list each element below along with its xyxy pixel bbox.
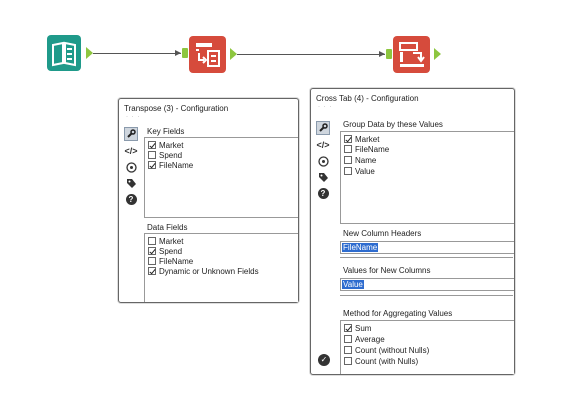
list-item[interactable]: Market [148, 140, 183, 150]
list-item[interactable]: Count (without Nulls) [344, 345, 429, 355]
transpose-config-panel: Transpose (3) - Configuration · · · </> … [118, 98, 299, 303]
panel-drag-handle[interactable]: · · · [318, 104, 332, 110]
connection-line [93, 53, 181, 54]
aggregation-method-list: Sum Average Count (without Nulls) Count … [340, 320, 514, 374]
connection-arrow [175, 50, 181, 56]
list-item[interactable]: FileName [148, 256, 193, 266]
checkbox[interactable] [344, 145, 352, 153]
panel-drag-handle[interactable]: · · · [126, 114, 140, 120]
checkmark-icon[interactable]: ✓ [318, 354, 330, 366]
checkbox[interactable] [148, 257, 156, 265]
checkbox[interactable] [148, 237, 156, 245]
list-item[interactable]: Dynamic or Unknown Fields [148, 266, 259, 276]
group-by-list: Market FileName Name Value [340, 131, 514, 224]
checkbox[interactable] [148, 141, 156, 149]
tag-icon[interactable] [316, 170, 330, 184]
checkbox[interactable] [344, 156, 352, 164]
code-icon[interactable]: </> [316, 138, 330, 152]
wrench-icon[interactable] [124, 127, 138, 141]
checkbox[interactable] [344, 135, 352, 143]
connection-arrow [379, 51, 385, 57]
input-anchor[interactable] [182, 48, 188, 58]
group-by-label: Group Data by these Values [343, 120, 443, 129]
panel-divider[interactable] [340, 223, 513, 224]
checkbox[interactable] [344, 357, 352, 365]
checkbox[interactable] [344, 346, 352, 354]
list-item[interactable]: Count (with Nulls) [344, 356, 418, 366]
input-data-tool[interactable] [47, 35, 81, 71]
code-icon[interactable]: </> [124, 144, 138, 158]
crosstab-config-panel: Cross Tab (4) - Configuration · · · </> … [310, 88, 515, 375]
help-icon[interactable]: ? [124, 192, 138, 206]
list-item[interactable]: Value [344, 166, 375, 176]
panel-title: Cross Tab (4) - Configuration [316, 94, 419, 103]
panel-title: Transpose (3) - Configuration [124, 104, 229, 113]
checkbox[interactable] [148, 247, 156, 255]
list-item[interactable]: Market [344, 134, 379, 144]
connection-line [237, 54, 385, 55]
wrench-icon[interactable] [316, 121, 330, 135]
data-fields-list: Market Spend FileName Dynamic or Unknown… [144, 233, 298, 302]
data-fields-label: Data Fields [147, 223, 188, 232]
globe-icon[interactable] [316, 154, 330, 168]
output-anchor[interactable] [434, 48, 441, 60]
output-anchor[interactable] [86, 47, 93, 59]
checkbox[interactable] [344, 167, 352, 175]
list-item[interactable]: Market [148, 236, 183, 246]
cross-tab-tool[interactable] [393, 36, 430, 73]
transpose-icon [196, 43, 220, 67]
list-item[interactable]: Average [344, 334, 385, 344]
help-icon[interactable]: ? [316, 186, 330, 200]
values-dropdown[interactable]: Value [340, 278, 514, 291]
book-icon [52, 41, 76, 67]
key-fields-list: Market Spend FileName [144, 137, 298, 218]
input-anchor[interactable] [386, 49, 392, 59]
transpose-tool[interactable] [189, 36, 226, 73]
selected-value: FileName [342, 243, 379, 252]
checkbox[interactable] [148, 267, 156, 275]
selected-value: Value [342, 280, 364, 289]
list-item[interactable]: FileName [148, 160, 193, 170]
values-label: Values for New Columns [343, 266, 431, 275]
aggregation-method-label: Method for Aggregating Values [343, 309, 453, 318]
new-column-headers-dropdown[interactable]: FileName [340, 241, 514, 254]
new-column-headers-label: New Column Headers [343, 229, 422, 238]
globe-icon[interactable] [124, 160, 138, 174]
tag-icon[interactable] [124, 176, 138, 190]
list-item[interactable]: Spend [148, 246, 182, 256]
checkbox[interactable] [344, 335, 352, 343]
checkbox[interactable] [148, 151, 156, 159]
list-item[interactable]: FileName [344, 144, 389, 154]
cross-tab-icon [399, 42, 425, 67]
panel-divider[interactable] [340, 295, 513, 296]
output-anchor[interactable] [230, 48, 237, 60]
checkbox[interactable] [148, 161, 156, 169]
panel-divider[interactable] [340, 257, 513, 258]
key-fields-label: Key Fields [147, 127, 185, 136]
list-item[interactable]: Name [344, 155, 376, 165]
list-item[interactable]: Spend [148, 150, 182, 160]
checkbox[interactable] [344, 324, 352, 332]
panel-divider[interactable] [144, 217, 297, 218]
list-item[interactable]: Sum [344, 323, 371, 333]
